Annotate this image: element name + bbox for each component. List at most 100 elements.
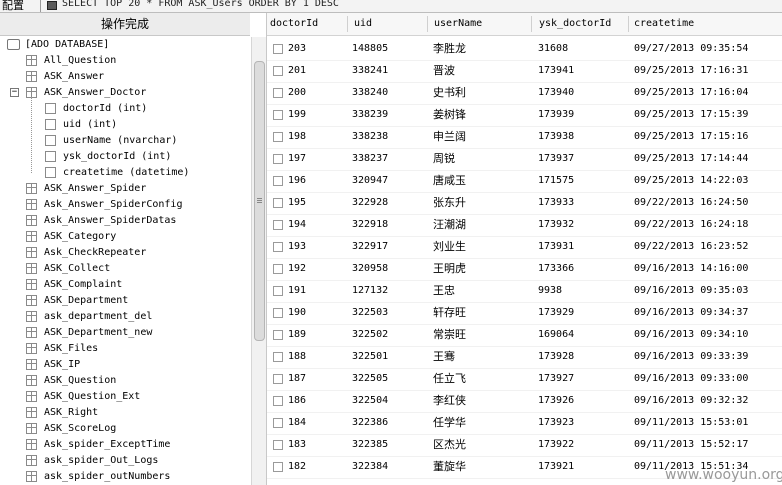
tree-column-item[interactable]: userName (nvarchar) (0, 133, 250, 149)
cell-uid[interactable]: 322928 (352, 192, 388, 214)
sql-query-input[interactable]: SELECT TOP 20 * FROM ASK_Users ORDER BY … (62, 0, 339, 9)
header-divider[interactable] (347, 16, 348, 32)
cell-doctorid[interactable]: 189 (288, 324, 306, 346)
cell-uid[interactable]: 338239 (352, 104, 388, 126)
table-row[interactable]: 192 320958 王明虎 173366 09/16/2013 14:16:00 (267, 258, 782, 281)
row-select-checkbox[interactable] (273, 44, 283, 54)
cell-doctorid[interactable]: 199 (288, 104, 306, 126)
cell-ysk-doctorid[interactable]: 173366 (538, 258, 574, 280)
row-select-checkbox[interactable] (273, 396, 283, 406)
cell-doctorid[interactable]: 192 (288, 258, 306, 280)
header-divider[interactable] (628, 16, 629, 32)
tree-table-item[interactable]: ASK_Answer_Spider (0, 181, 250, 197)
column-header-createtime[interactable]: createtime (634, 13, 694, 35)
cell-uid[interactable]: 322502 (352, 324, 388, 346)
cell-uid[interactable]: 322384 (352, 456, 388, 478)
cell-doctorid[interactable]: 193 (288, 236, 306, 258)
tree-scrollbar[interactable] (251, 37, 266, 485)
cell-uid[interactable]: 320958 (352, 258, 388, 280)
cell-uid[interactable]: 127132 (352, 280, 388, 302)
cell-doctorid[interactable]: 182 (288, 456, 306, 478)
cell-doctorid[interactable]: 188 (288, 346, 306, 368)
table-row[interactable]: 197 338237 周锐 173937 09/25/2013 17:14:44 (267, 148, 782, 171)
table-row[interactable]: 203 148805 李胜龙 31608 09/27/2013 09:35:54 (267, 38, 782, 61)
cell-ysk-doctorid[interactable]: 173939 (538, 104, 574, 126)
cell-createtime[interactable]: 09/25/2013 14:22:03 (634, 170, 748, 192)
cell-ysk-doctorid[interactable]: 173921 (538, 456, 574, 478)
cell-doctorid[interactable]: 195 (288, 192, 306, 214)
tree-table-item[interactable]: ask_spider_Out_Logs (0, 453, 250, 469)
cell-createtime[interactable]: 09/25/2013 17:15:16 (634, 126, 748, 148)
cell-username[interactable]: 汪潮湖 (433, 214, 466, 236)
table-row[interactable]: 190 322503 轩存旺 173929 09/16/2013 09:34:37 (267, 302, 782, 325)
cell-uid[interactable]: 322385 (352, 434, 388, 456)
cell-doctorid[interactable]: 184 (288, 412, 306, 434)
cell-uid[interactable]: 322386 (352, 412, 388, 434)
row-select-checkbox[interactable] (273, 308, 283, 318)
cell-username[interactable]: 王忠 (433, 280, 455, 302)
cell-uid[interactable]: 322505 (352, 368, 388, 390)
cell-doctorid[interactable]: 191 (288, 280, 306, 302)
cell-createtime[interactable]: 09/16/2013 09:34:10 (634, 324, 748, 346)
cell-username[interactable]: 张东升 (433, 192, 466, 214)
cell-doctorid[interactable]: 194 (288, 214, 306, 236)
tree-table-item[interactable]: Ask_CheckRepeater (0, 245, 250, 261)
cell-username[interactable]: 史书利 (433, 82, 466, 104)
cell-ysk-doctorid[interactable]: 169064 (538, 324, 574, 346)
table-row[interactable]: 187 322505 任立飞 173927 09/16/2013 09:33:00 (267, 368, 782, 391)
cell-username[interactable]: 刘业生 (433, 236, 466, 258)
cell-ysk-doctorid[interactable]: 9938 (538, 280, 562, 302)
query-icon[interactable] (47, 1, 57, 10)
table-row[interactable]: 195 322928 张东升 173933 09/22/2013 16:24:50 (267, 192, 782, 215)
table-row[interactable]: 183 322385 区杰光 173922 09/11/2013 15:52:17 (267, 434, 782, 457)
tree-table-item[interactable]: ASK_Complaint (0, 277, 250, 293)
tree-table-item[interactable]: ASK_ScoreLog (0, 421, 250, 437)
cell-uid[interactable]: 148805 (352, 38, 388, 60)
row-select-checkbox[interactable] (273, 154, 283, 164)
cell-doctorid[interactable]: 198 (288, 126, 306, 148)
tree-column-item[interactable]: uid (int) (0, 117, 250, 133)
row-select-checkbox[interactable] (273, 132, 283, 142)
cell-ysk-doctorid[interactable]: 173940 (538, 82, 574, 104)
cell-ysk-doctorid[interactable]: 173928 (538, 346, 574, 368)
row-select-checkbox[interactable] (273, 242, 283, 252)
cell-uid[interactable]: 338240 (352, 82, 388, 104)
cell-ysk-doctorid[interactable]: 173926 (538, 390, 574, 412)
tree-table-item[interactable]: Ask_Answer_SpiderDatas (0, 213, 250, 229)
tree-table-item[interactable]: ASK_Question_Ext (0, 389, 250, 405)
cell-doctorid[interactable]: 203 (288, 38, 306, 60)
tree-table-item[interactable]: ask_spider_outNumbers (0, 469, 250, 485)
cell-username[interactable]: 晋波 (433, 60, 455, 82)
cell-ysk-doctorid[interactable]: 173932 (538, 214, 574, 236)
cell-ysk-doctorid[interactable]: 31608 (538, 38, 568, 60)
cell-ysk-doctorid[interactable]: 173933 (538, 192, 574, 214)
tree-table-item[interactable]: ASK_IP (0, 357, 250, 373)
cell-createtime[interactable]: 09/16/2013 09:33:39 (634, 346, 748, 368)
tree-table-item[interactable]: ASK_Right (0, 405, 250, 421)
cell-username[interactable]: 王明虎 (433, 258, 466, 280)
cell-username[interactable]: 李胜龙 (433, 38, 466, 60)
cell-uid[interactable]: 322917 (352, 236, 388, 258)
cell-doctorid[interactable]: 200 (288, 82, 306, 104)
cell-doctorid[interactable]: 196 (288, 170, 306, 192)
cell-username[interactable]: 轩存旺 (433, 302, 466, 324)
cell-createtime[interactable]: 09/25/2013 17:14:44 (634, 148, 748, 170)
tree-column-item[interactable]: ysk_doctorId (int) (0, 149, 250, 165)
cell-username[interactable]: 区杰光 (433, 434, 466, 456)
header-divider[interactable] (531, 16, 532, 32)
row-select-checkbox[interactable] (273, 462, 283, 472)
tree-table-item[interactable]: All_Question (0, 53, 250, 69)
row-select-checkbox[interactable] (273, 374, 283, 384)
table-row[interactable]: 191 127132 王忠 9938 09/16/2013 09:35:03 (267, 280, 782, 303)
cell-ysk-doctorid[interactable]: 173922 (538, 434, 574, 456)
tree-table-item[interactable]: ASK_Category (0, 229, 250, 245)
column-header-doctorid[interactable]: doctorId (270, 13, 318, 35)
cell-createtime[interactable]: 09/22/2013 16:24:50 (634, 192, 748, 214)
cell-uid[interactable]: 322503 (352, 302, 388, 324)
cell-createtime[interactable]: 09/25/2013 17:16:31 (634, 60, 748, 82)
tree-table-item[interactable]: ask_department_del (0, 309, 250, 325)
tree-database-node[interactable]: [ADO DATABASE] (0, 37, 250, 53)
row-select-checkbox[interactable] (273, 330, 283, 340)
cell-username[interactable]: 姜树锋 (433, 104, 466, 126)
row-select-checkbox[interactable] (273, 220, 283, 230)
